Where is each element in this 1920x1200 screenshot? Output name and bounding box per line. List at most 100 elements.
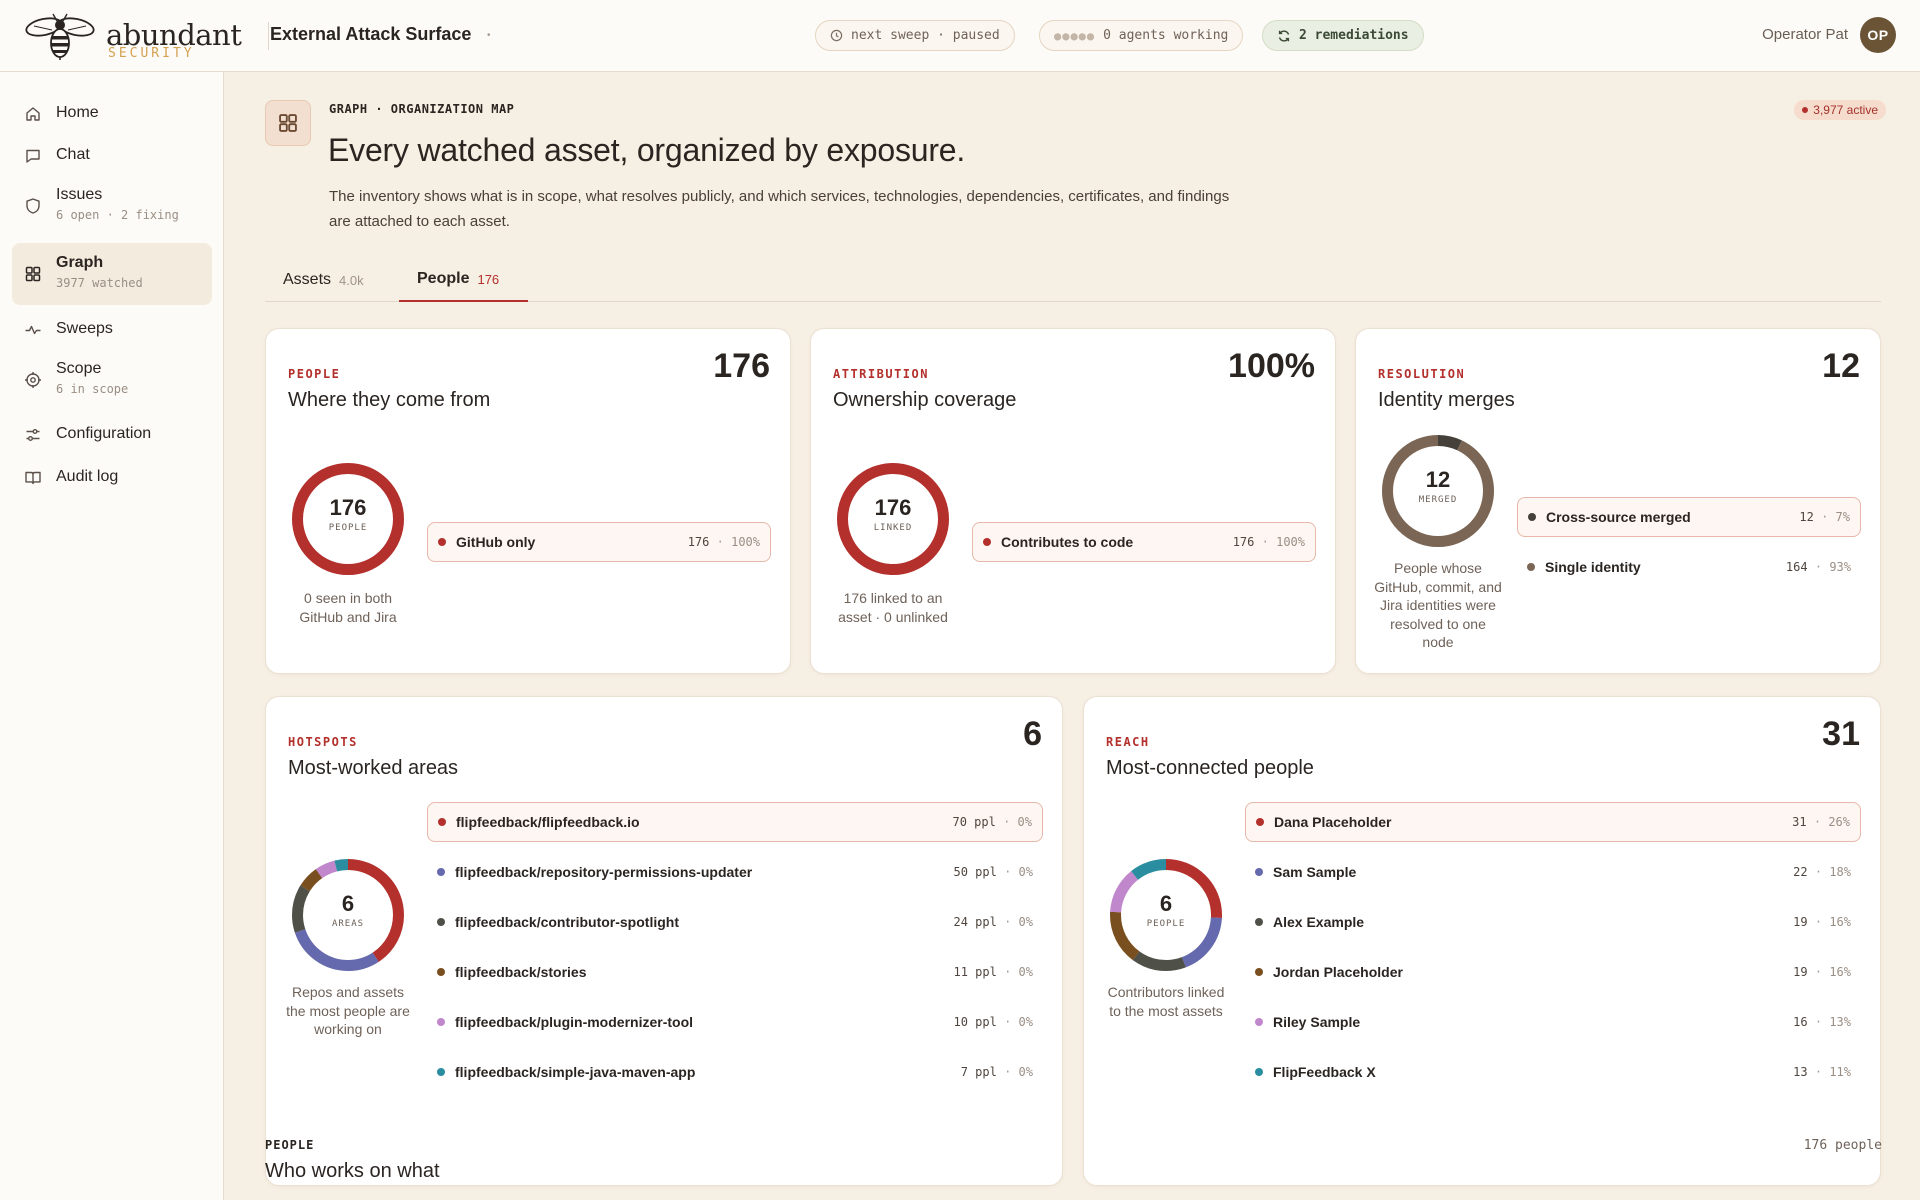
sidebar-item-label: Scope xyxy=(56,360,102,377)
row-label: flipfeedback/simple-java-maven-app xyxy=(455,1064,696,1080)
list-item[interactable]: Jordan Placeholder 19 · 16% xyxy=(1245,952,1861,992)
row-value: 31 · 26% xyxy=(1792,815,1850,829)
workspace-menu-icon[interactable]: • xyxy=(487,30,491,41)
row-label: GitHub only xyxy=(456,534,536,550)
list-item[interactable]: Contributes to code 176 · 100% xyxy=(972,522,1316,562)
view-tabs: Assets 4.0k People 176 xyxy=(265,258,1881,302)
brand-logo[interactable]: abundant SECURITY xyxy=(22,12,248,61)
sidebar-item-sweeps[interactable]: Sweeps xyxy=(12,312,212,348)
hotspots-donut: 6 AREAS xyxy=(288,855,408,975)
donut-caption: People whose GitHub, commit, and Jira id… xyxy=(1374,560,1502,650)
brand-sub: SECURITY xyxy=(108,46,195,61)
list-item[interactable]: flipfeedback/plugin-modernizer-tool 10 pp… xyxy=(427,1002,1043,1042)
agents-status-pill[interactable]: ●●●●● 0 agents working xyxy=(1039,20,1244,51)
list-item[interactable]: flipfeedback/flipfeedback.io 70 ppl · 0% xyxy=(427,802,1043,842)
list-item[interactable]: flipfeedback/simple-java-maven-app 7 ppl … xyxy=(427,1052,1043,1092)
series-dot-icon xyxy=(1255,1068,1263,1076)
sweep-status-pill[interactable]: next sweep · paused xyxy=(815,20,1015,51)
donut-value: 6 xyxy=(1159,891,1173,916)
active-count-badge: 3,977 active xyxy=(1794,100,1886,120)
sidebar-item-configuration[interactable]: Configuration xyxy=(12,417,212,453)
row-value: 164 · 93% xyxy=(1785,560,1851,574)
clock-icon xyxy=(830,29,843,42)
series-dot-icon xyxy=(437,918,445,926)
section-title: Who works on what xyxy=(265,1160,440,1182)
row-value: 13 · 11% xyxy=(1793,1065,1851,1079)
row-value: 10 ppl · 0% xyxy=(953,1015,1033,1029)
row-label: flipfeedback/plugin-modernizer-tool xyxy=(455,1014,694,1030)
sidebar-item-issues[interactable]: Issues 6 open · 2 fixing xyxy=(12,180,212,232)
sidebar-item-home[interactable]: Home xyxy=(12,96,212,132)
card-title: Most-worked areas xyxy=(288,757,459,779)
list-item[interactable]: Single identity 164 · 93% xyxy=(1517,547,1861,587)
tab-assets[interactable]: Assets 4.0k xyxy=(265,258,382,302)
list-item[interactable]: flipfeedback/contributor-spotlight 24 ppl… xyxy=(427,902,1043,942)
sidebar-item-label: Chat xyxy=(56,146,90,163)
card-kicker: PEOPLE xyxy=(288,367,341,381)
shield-icon xyxy=(26,198,40,214)
row-label: Dana Placeholder xyxy=(1274,814,1392,830)
list-item[interactable]: Dana Placeholder 31 · 26% xyxy=(1245,802,1861,842)
row-value: 11 ppl · 0% xyxy=(953,965,1033,979)
row-value: 7 ppl · 0% xyxy=(960,1065,1033,1079)
list-item[interactable]: Riley Sample 16 · 13% xyxy=(1245,1002,1861,1042)
series-dot-icon xyxy=(1527,563,1535,571)
sidebar-item-audit-log[interactable]: Audit log xyxy=(12,460,212,496)
list-item[interactable]: FlipFeedback X 13 · 11% xyxy=(1245,1052,1861,1092)
target-icon xyxy=(25,372,41,388)
card-big-number: 31 xyxy=(1822,715,1860,753)
pulse-icon xyxy=(25,325,41,335)
list-item[interactable]: Sam Sample 22 · 18% xyxy=(1245,852,1861,892)
reach-donut: 6 PEOPLE xyxy=(1106,855,1226,975)
section-kicker: PEOPLE xyxy=(265,1138,315,1152)
tab-people[interactable]: People 176 xyxy=(399,258,528,302)
sidebar-item-label: Home xyxy=(56,104,99,121)
row-label: flipfeedback/repository-permissions-upda… xyxy=(455,864,753,880)
main-content: GRAPH · ORGANIZATION MAP Every watched a… xyxy=(225,72,1920,1200)
series-dot-icon xyxy=(437,868,445,876)
row-label: Riley Sample xyxy=(1273,1014,1361,1030)
row-value: 50 ppl · 0% xyxy=(953,865,1033,879)
page-kicker: GRAPH · ORGANIZATION MAP xyxy=(329,102,515,116)
hotspots-card: HOTSPOTS Most-worked areas 6 6 AREAS Rep… xyxy=(265,696,1063,1186)
workspace-title[interactable]: External Attack Surface xyxy=(270,24,471,45)
list-item[interactable]: GitHub only 176 · 100% xyxy=(427,522,771,562)
row-label: Alex Example xyxy=(1273,914,1365,930)
list-item[interactable]: Alex Example 19 · 16% xyxy=(1245,902,1861,942)
user-name[interactable]: Operator Pat xyxy=(1762,26,1848,43)
donut-caption: Repos and assets the most people are wor… xyxy=(286,984,410,1037)
donut-value: 176 xyxy=(329,495,367,520)
reach-card: REACH Most-connected people 31 6 PEOPLE … xyxy=(1083,696,1881,1186)
row-label: flipfeedback/stories xyxy=(455,964,587,980)
card-kicker: RESOLUTION xyxy=(1378,367,1466,381)
list-item[interactable]: flipfeedback/stories 11 ppl · 0% xyxy=(427,952,1043,992)
sidebar-item-chat[interactable]: Chat xyxy=(12,138,212,174)
donut-value: 6 xyxy=(341,891,355,916)
sidebar-item-scope[interactable]: Scope 6 in scope xyxy=(12,354,212,406)
donut-caption: Contributors linked to the most assets xyxy=(1107,984,1225,1019)
bee-icon xyxy=(25,13,95,60)
row-value: 22 · 18% xyxy=(1793,865,1851,879)
series-dot-icon xyxy=(437,1068,445,1076)
sidebar-item-graph[interactable]: Graph 3977 watched xyxy=(12,243,212,305)
card-kicker: ATTRIBUTION xyxy=(833,367,929,381)
remediations-pill[interactable]: 2 remediations xyxy=(1262,20,1424,51)
row-label: Contributes to code xyxy=(1001,534,1134,550)
series-dot-icon xyxy=(1255,918,1263,926)
header-divider xyxy=(268,22,269,50)
sidebar-item-label: Issues xyxy=(56,186,103,203)
series-dot-icon xyxy=(438,538,446,546)
row-value: 176 · 100% xyxy=(1232,535,1305,549)
attribution-card: ATTRIBUTION Ownership coverage 100% 176 … xyxy=(810,328,1336,674)
active-count-text: 3,977 active xyxy=(1813,103,1878,117)
page-description: The inventory shows what is in scope, wh… xyxy=(329,188,1230,230)
list-item[interactable]: flipfeedback/repository-permissions-upda… xyxy=(427,852,1043,892)
avatar[interactable]: OP xyxy=(1860,17,1896,53)
list-item[interactable]: Cross-source merged 12 · 7% xyxy=(1517,497,1861,537)
grid-icon xyxy=(25,266,41,282)
tab-count: 4.0k xyxy=(339,272,364,288)
sidebar-item-label: Audit log xyxy=(56,468,119,485)
row-label: Cross-source merged xyxy=(1546,509,1691,525)
row-label: Single identity xyxy=(1545,559,1641,575)
row-label: flipfeedback/contributor-spotlight xyxy=(455,914,679,930)
